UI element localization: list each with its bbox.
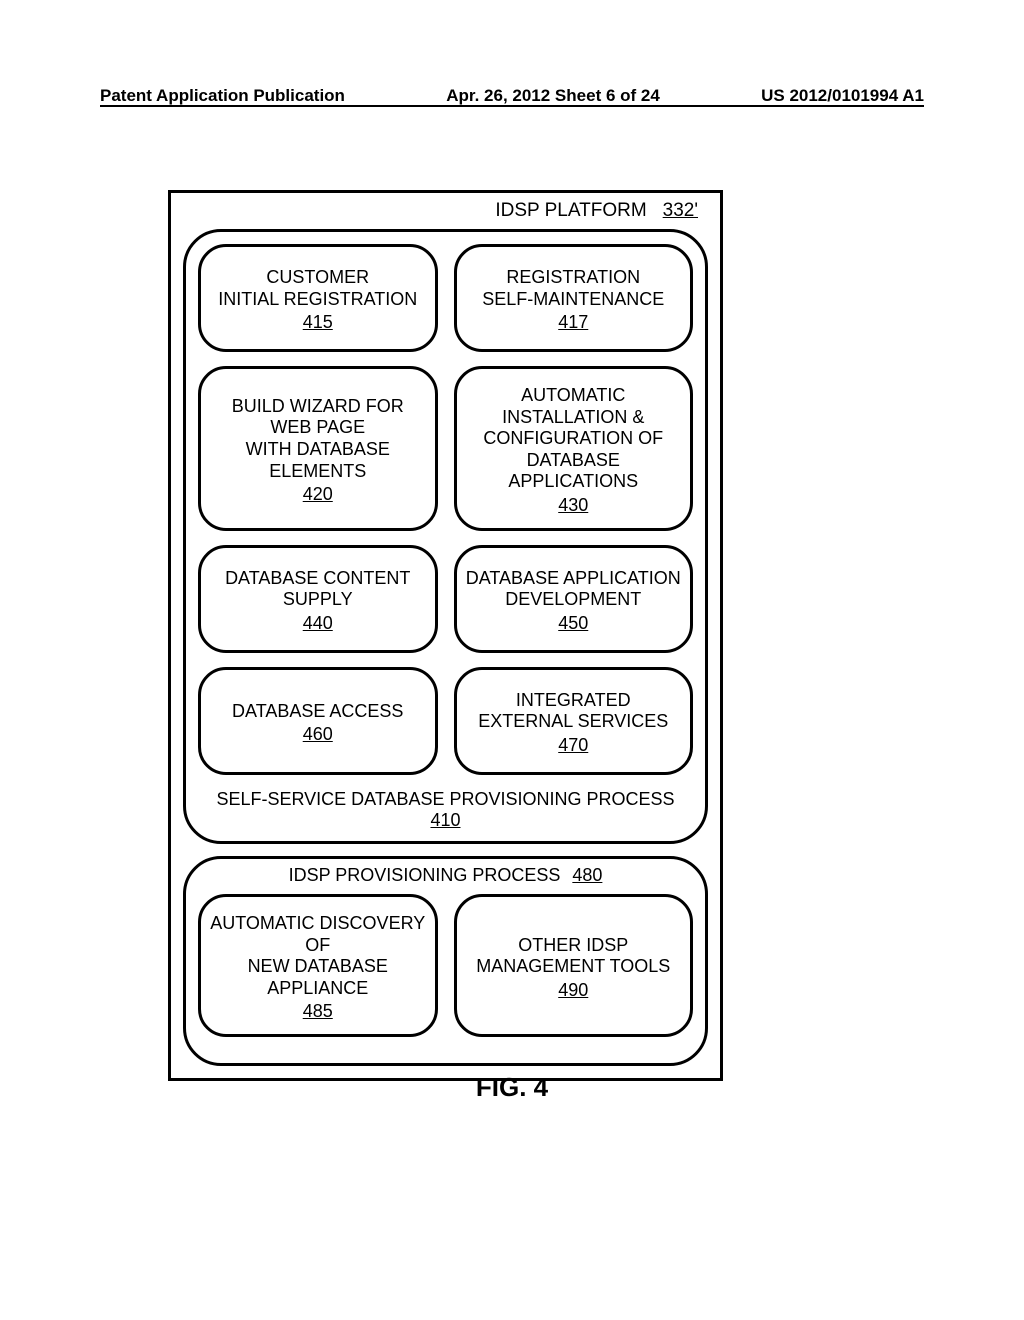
idsp-platform-diagram: IDSP PLATFORM 332' CUSTOMER INITIAL REGI…	[168, 190, 723, 1081]
other-idsp-tools-box: OTHER IDSP MANAGEMENT TOOLS 490	[454, 894, 694, 1037]
build-wizard-box: BUILD WIZARD FOR WEB PAGE WITH DATABASE …	[198, 366, 438, 531]
box-label: DATABASE CONTENT SUPPLY	[225, 568, 410, 611]
box-ref: 485	[303, 1001, 333, 1022]
group1-row-2: DATABASE CONTENT SUPPLY 440 DATABASE APP…	[198, 545, 693, 653]
group1-row-0: CUSTOMER INITIAL REGISTRATION 415 REGIST…	[198, 244, 693, 352]
platform-title: IDSP PLATFORM	[495, 200, 646, 222]
box-label: DATABASE APPLICATION DEVELOPMENT	[466, 568, 681, 611]
box-ref: 430	[558, 495, 588, 516]
platform-header: IDSP PLATFORM 332'	[171, 193, 720, 229]
auto-install-config-box: AUTOMATIC INSTALLATION & CONFIGURATION O…	[454, 366, 694, 531]
box-label: INTEGRATED EXTERNAL SERVICES	[478, 690, 668, 733]
page-header: Patent Application Publication Apr. 26, …	[100, 86, 924, 106]
figure-caption: FIG. 4	[0, 1072, 1024, 1103]
box-ref: 450	[558, 613, 588, 634]
group1-row-3: DATABASE ACCESS 460 INTEGRATED EXTERNAL …	[198, 667, 693, 775]
box-label: AUTOMATIC DISCOVERY OF NEW DATABASE APPL…	[209, 913, 427, 999]
idsp-provisioning-ref: 480	[572, 865, 602, 886]
self-service-group-ref: 410	[198, 810, 693, 831]
date-sheet: Apr. 26, 2012 Sheet 6 of 24	[446, 86, 660, 106]
box-ref: 417	[558, 312, 588, 333]
box-ref: 460	[303, 724, 333, 745]
idsp-provisioning-title: IDSP PROVISIONING PROCESS	[289, 865, 561, 886]
box-ref: 420	[303, 484, 333, 505]
box-ref: 415	[303, 312, 333, 333]
integrated-external-services-box: INTEGRATED EXTERNAL SERVICES 470	[454, 667, 694, 775]
header-divider	[100, 105, 924, 107]
registration-self-maintenance-box: REGISTRATION SELF-MAINTENANCE 417	[454, 244, 694, 352]
self-service-group-title: SELF-SERVICE DATABASE PROVISIONING PROCE…	[198, 789, 693, 810]
idsp-provisioning-group: IDSP PROVISIONING PROCESS 480 AUTOMATIC …	[183, 856, 708, 1066]
box-label: DATABASE ACCESS	[232, 701, 403, 723]
box-label: BUILD WIZARD FOR WEB PAGE WITH DATABASE …	[209, 396, 427, 482]
pub-type: Patent Application Publication	[100, 86, 345, 106]
box-label: OTHER IDSP MANAGEMENT TOOLS	[476, 935, 670, 978]
pub-number: US 2012/0101994 A1	[761, 86, 924, 106]
box-ref: 490	[558, 980, 588, 1001]
database-content-supply-box: DATABASE CONTENT SUPPLY 440	[198, 545, 438, 653]
box-label: REGISTRATION SELF-MAINTENANCE	[482, 267, 664, 310]
box-ref: 440	[303, 613, 333, 634]
box-ref: 470	[558, 735, 588, 756]
idsp-provisioning-header: IDSP PROVISIONING PROCESS 480	[198, 865, 693, 886]
group1-row-1: BUILD WIZARD FOR WEB PAGE WITH DATABASE …	[198, 366, 693, 531]
platform-ref: 332'	[663, 200, 698, 222]
customer-initial-registration-box: CUSTOMER INITIAL REGISTRATION 415	[198, 244, 438, 352]
self-service-group: CUSTOMER INITIAL REGISTRATION 415 REGIST…	[183, 229, 708, 844]
database-app-development-box: DATABASE APPLICATION DEVELOPMENT 450	[454, 545, 694, 653]
box-label: CUSTOMER INITIAL REGISTRATION	[218, 267, 417, 310]
group2-row-0: AUTOMATIC DISCOVERY OF NEW DATABASE APPL…	[198, 894, 693, 1037]
auto-discovery-appliance-box: AUTOMATIC DISCOVERY OF NEW DATABASE APPL…	[198, 894, 438, 1037]
database-access-box: DATABASE ACCESS 460	[198, 667, 438, 775]
box-label: AUTOMATIC INSTALLATION & CONFIGURATION O…	[465, 385, 683, 493]
